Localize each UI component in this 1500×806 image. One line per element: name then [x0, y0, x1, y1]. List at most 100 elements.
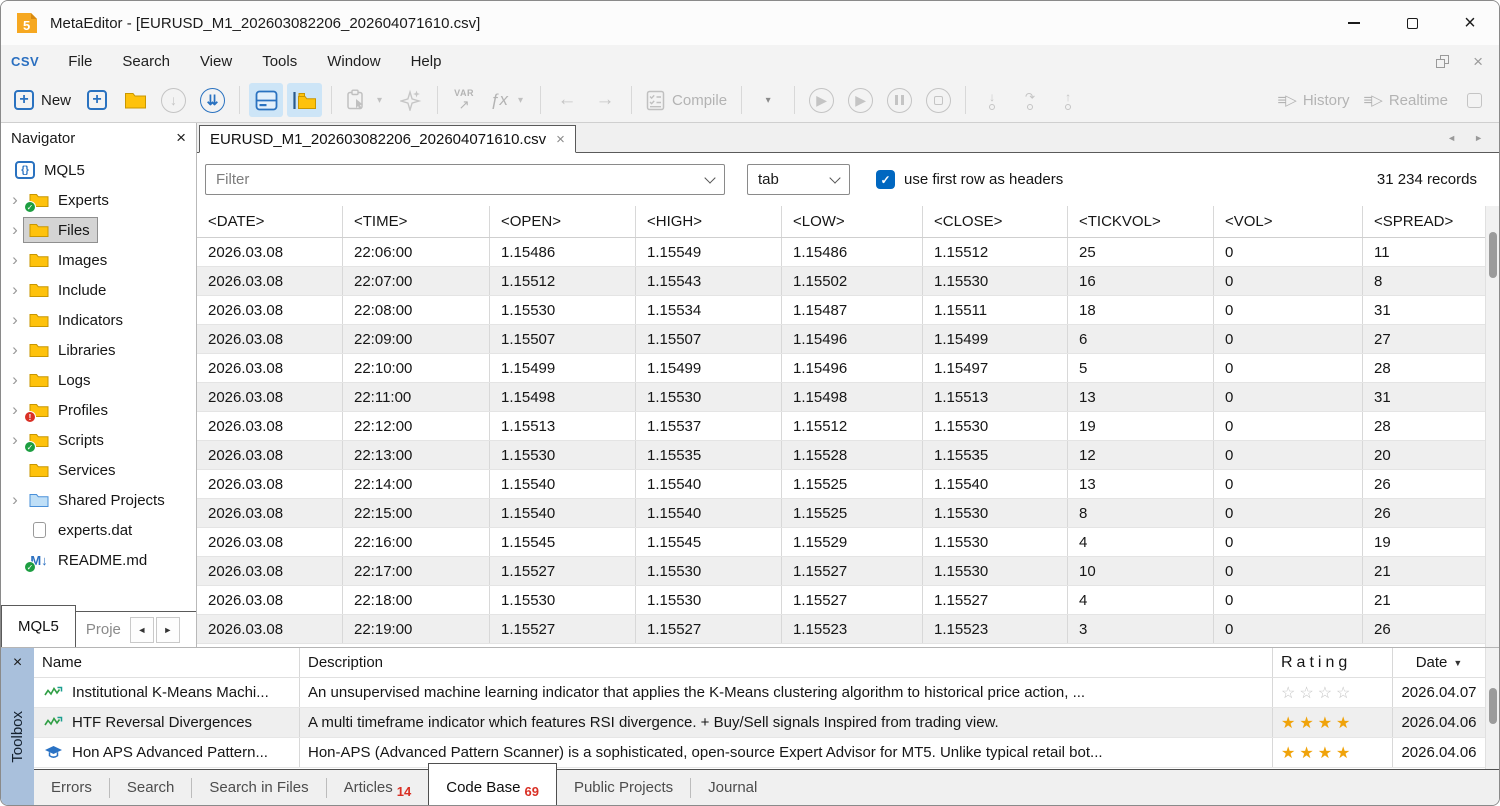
csv-scrollbar-thumb[interactable] [1489, 232, 1497, 278]
expand-chevron-icon[interactable]: › [7, 430, 23, 450]
csv-data-row[interactable]: 2026.03.0822:14:001.155401.155401.155251… [197, 470, 1485, 499]
ai-assistant-button[interactable] [394, 83, 428, 117]
close-button[interactable]: × [1441, 1, 1499, 45]
minimize-button[interactable] [1325, 1, 1383, 45]
csv-vertical-scrollbar[interactable] [1485, 206, 1499, 647]
variables-button[interactable]: VAR ↗ [447, 83, 481, 117]
navigator-tab-proje[interactable]: Proje [76, 612, 128, 647]
tree-item-mql5[interactable]: {}MQL5 [1, 155, 196, 185]
menu-help[interactable]: Help [396, 45, 457, 78]
new-file-button[interactable]: + New [9, 83, 76, 117]
tree-item-shared-projects[interactable]: ›Shared Projects [1, 485, 196, 515]
expand-chevron-icon[interactable]: › [7, 400, 23, 420]
step-into-button[interactable]: ↓ [975, 83, 1009, 117]
document-tab-close-icon[interactable]: × [556, 131, 565, 148]
tab-search-in-files[interactable]: Search in Files [192, 770, 325, 805]
codebase-row[interactable]: Hon APS Advanced Pattern...Hon-APS (Adva… [34, 738, 1485, 768]
expand-chevron-icon[interactable]: › [7, 250, 23, 270]
function-button[interactable]: ƒx ▾ [485, 83, 531, 117]
tree-item-files[interactable]: ›Files [1, 215, 196, 245]
nav-tab-scroll-right-icon[interactable]: ► [156, 617, 180, 643]
compile-dropdown-button[interactable]: ▾ [751, 83, 785, 117]
tree-item-include[interactable]: ›Include [1, 275, 196, 305]
csv-data-row[interactable]: 2026.03.0822:08:001.155301.155341.154871… [197, 296, 1485, 325]
csv-data-row[interactable]: 2026.03.0822:16:001.155451.155451.155291… [197, 528, 1485, 557]
tree-item-images[interactable]: ›Images [1, 245, 196, 275]
csv-data-row[interactable]: 2026.03.0822:12:001.155131.155371.155121… [197, 412, 1485, 441]
csv-data-row[interactable]: 2026.03.0822:10:001.154991.154991.154961… [197, 354, 1485, 383]
expand-chevron-icon[interactable]: › [7, 220, 23, 240]
paste-button[interactable]: ▾ [341, 83, 390, 117]
toolbox-vertical-scrollbar[interactable] [1485, 648, 1499, 769]
expand-chevron-icon[interactable]: › [7, 340, 23, 360]
compile-button[interactable]: Compile [641, 83, 732, 117]
codebase-row[interactable]: Institutional K-Means Machi...An unsuper… [34, 678, 1485, 708]
toolbox-header-description[interactable]: Description [300, 648, 1273, 677]
tree-item-services[interactable]: Services [1, 455, 196, 485]
tab-public-projects[interactable]: Public Projects [557, 770, 690, 805]
toggle-navigator-button[interactable] [249, 83, 283, 117]
toolbox-header-name[interactable]: Name [34, 648, 300, 677]
tree-item-readme-md[interactable]: M↓✓README.md [1, 545, 196, 575]
expand-chevron-icon[interactable]: › [7, 310, 23, 330]
tree-item-profiles[interactable]: ›!Profiles [1, 395, 196, 425]
realtime-button[interactable]: ≡▷ Realtime [1359, 83, 1453, 117]
tab-errors[interactable]: Errors [34, 770, 109, 805]
start-debug-history-button[interactable]: ▶ [804, 83, 839, 117]
tab-articles[interactable]: Articles14 [327, 770, 429, 805]
tab-journal[interactable]: Journal [691, 770, 774, 805]
new-item-button[interactable]: + [80, 83, 114, 117]
csv-data-row[interactable]: 2026.03.0822:09:001.155071.155071.154961… [197, 325, 1485, 354]
expand-chevron-icon[interactable]: › [7, 370, 23, 390]
first-row-headers-checkbox[interactable]: ✓ [876, 170, 895, 189]
filter-chevron-down-icon[interactable] [704, 172, 715, 183]
navigate-back-button[interactable]: ← [550, 83, 584, 117]
tree-item-experts-dat[interactable]: experts.dat [1, 515, 196, 545]
history-button[interactable]: ≡▷ History [1273, 83, 1355, 117]
open-file-button[interactable] [118, 83, 152, 117]
expand-chevron-icon[interactable]: › [7, 490, 23, 510]
save-button[interactable]: ↓ [156, 83, 191, 117]
panel-toggle-button[interactable] [1457, 83, 1491, 117]
tab-code-base[interactable]: Code Base69 [428, 763, 557, 805]
csv-data-row[interactable]: 2026.03.0822:13:001.155301.155351.155281… [197, 441, 1485, 470]
start-debug-button[interactable]: ▶ [843, 83, 878, 117]
menu-tools[interactable]: Tools [247, 45, 312, 78]
tab-scroll-right-icon[interactable]: ► [1474, 133, 1483, 143]
document-restore-icon[interactable] [1436, 55, 1449, 68]
toolbox-header-date[interactable]: Date▼ [1393, 648, 1485, 677]
tree-item-scripts[interactable]: ›✓Scripts [1, 425, 196, 455]
tree-item-libraries[interactable]: ›Libraries [1, 335, 196, 365]
save-all-button[interactable]: ⇊ [195, 83, 230, 117]
document-close-icon[interactable]: × [1473, 52, 1483, 72]
navigate-forward-button[interactable]: → [588, 83, 622, 117]
delimiter-select[interactable]: tab [747, 164, 850, 195]
tree-item-logs[interactable]: ›Logs [1, 365, 196, 395]
menu-view[interactable]: View [185, 45, 247, 78]
step-over-button[interactable]: ↷ [1013, 83, 1047, 117]
navigator-tab-mql5[interactable]: MQL5 [1, 605, 76, 647]
toggle-toolbox-button[interactable] [287, 83, 322, 117]
filter-combobox[interactable] [205, 164, 725, 195]
csv-data-row[interactable]: 2026.03.0822:06:001.154861.155491.154861… [197, 238, 1485, 267]
csv-data-row[interactable]: 2026.03.0822:11:001.154981.155301.154981… [197, 383, 1485, 412]
toolbox-close-icon[interactable]: × [13, 654, 22, 672]
codebase-row[interactable]: HTF Reversal DivergencesA multi timefram… [34, 708, 1485, 738]
toolbox-header-rating[interactable]: Rating [1273, 648, 1393, 677]
expand-chevron-icon[interactable]: › [7, 190, 23, 210]
expand-chevron-icon[interactable]: › [7, 280, 23, 300]
menu-search[interactable]: Search [107, 45, 185, 78]
menu-file[interactable]: File [53, 45, 107, 78]
tab-search[interactable]: Search [110, 770, 192, 805]
toolbox-scrollbar-thumb[interactable] [1489, 688, 1497, 724]
csv-data-row[interactable]: 2026.03.0822:18:001.155301.155301.155271… [197, 586, 1485, 615]
csv-data-row[interactable]: 2026.03.0822:15:001.155401.155401.155251… [197, 499, 1485, 528]
csv-data-row[interactable]: 2026.03.0822:07:001.155121.155431.155021… [197, 267, 1485, 296]
document-tab[interactable]: EURUSD_M1_202603082206_202604071610.csv … [199, 125, 576, 153]
step-out-button[interactable]: ↑ [1051, 83, 1085, 117]
maximize-button[interactable] [1383, 1, 1441, 45]
stop-debug-button[interactable] [921, 83, 956, 117]
menu-window[interactable]: Window [312, 45, 395, 78]
tree-item-indicators[interactable]: ›Indicators [1, 305, 196, 335]
first-row-headers-option[interactable]: ✓ use first row as headers [876, 170, 1063, 189]
